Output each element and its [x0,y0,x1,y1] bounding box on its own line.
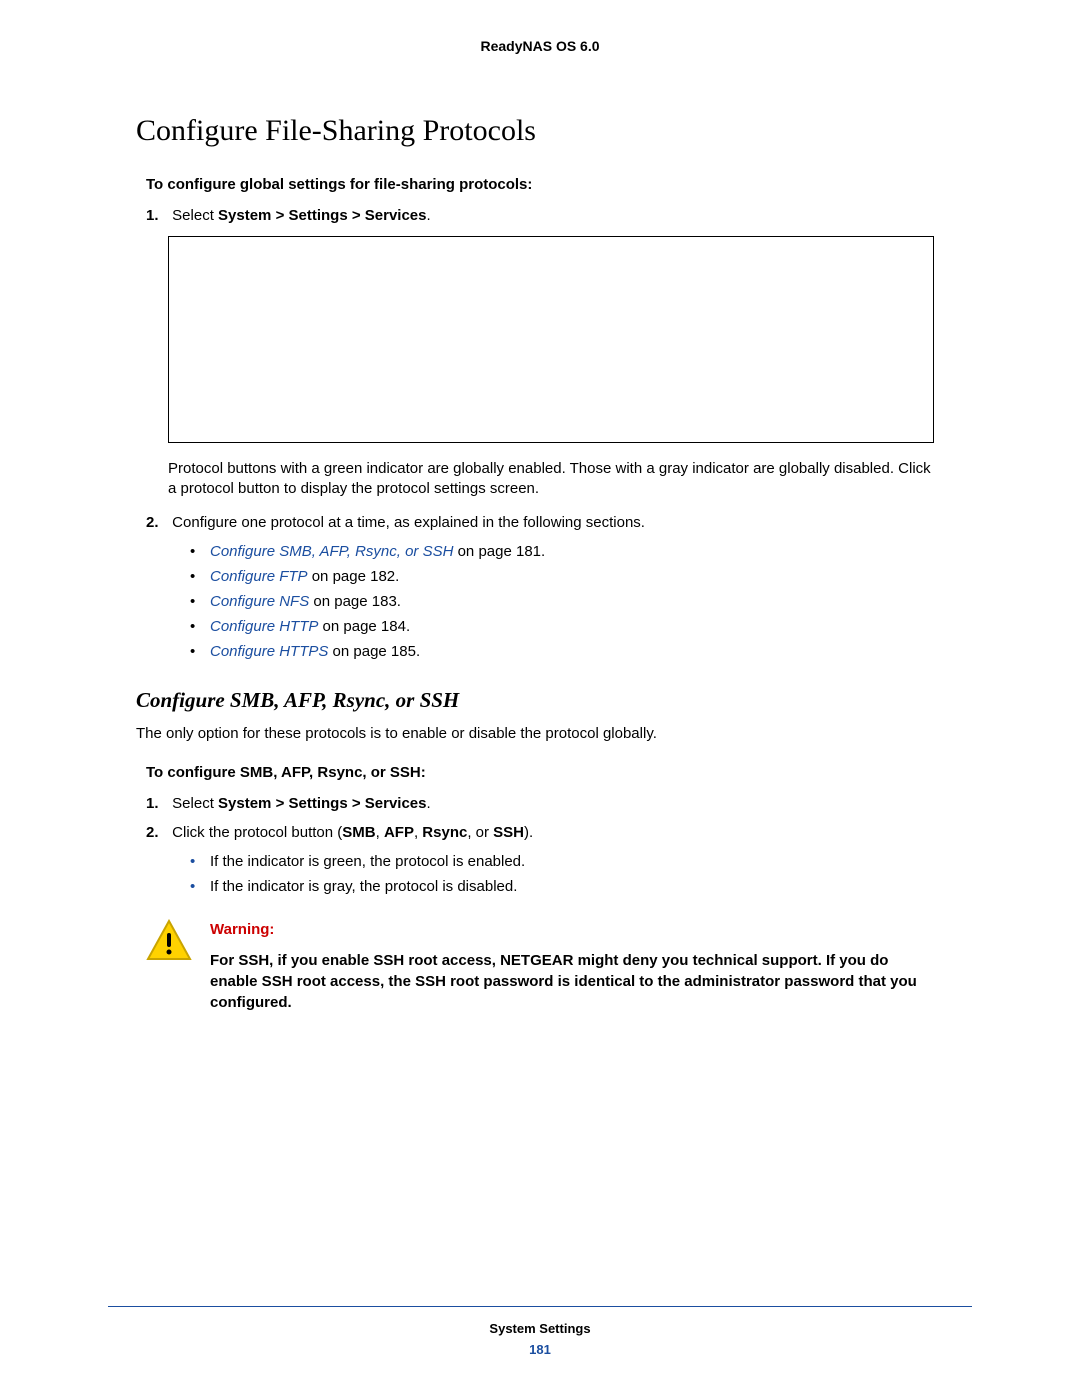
page-title: Configure File-Sharing Protocols [136,114,972,148]
list-item: Configure SMB, AFP, Rsync, or SSH on pag… [190,543,972,560]
step-text-pre: Select [172,795,218,812]
step-text-post: . [426,795,430,812]
page-number: 181 [108,1342,972,1357]
step-text: Configure one protocol at a time, as exp… [172,514,645,531]
sub-intro: The only option for these protocols is t… [136,725,972,742]
t: ). [524,824,533,841]
warning-body: For SSH, if you enable SSH root access, … [210,952,917,1011]
b: SMB [342,824,375,841]
sub-step-1: 1. Select System > Settings > Services. [146,795,972,812]
xref-link[interactable]: Configure HTTP [210,618,318,635]
warning-label: Warning: [210,919,934,940]
after-image-text: Protocol buttons with a green indicator … [168,459,934,500]
intro-label: To configure global settings for file-sh… [146,176,972,193]
b: AFP [384,824,414,841]
warning-block: Warning: For SSH, if you enable SSH root… [146,919,934,1013]
step-number: 2. [146,824,168,841]
link-tail: on page 183. [309,593,401,610]
page-footer: System Settings 181 [108,1306,972,1357]
list-item: If the indicator is gray, the protocol i… [190,878,972,895]
document-page: ReadyNAS OS 6.0 Configure File-Sharing P… [0,0,1080,1397]
sub-heading: Configure SMB, AFP, Rsync, or SSH [136,688,972,713]
sub-intro-bold: To configure SMB, AFP, Rsync, or SSH: [146,764,972,781]
footer-section: System Settings [108,1321,972,1336]
step-text-post: . [426,207,430,224]
step-text-bold: System > Settings > Services [218,795,426,812]
list-item: Configure HTTPS on page 185. [190,643,972,660]
screenshot-placeholder [168,236,934,443]
step-number: 1. [146,207,168,224]
xref-link[interactable]: Configure SMB, AFP, Rsync, or SSH [210,543,453,560]
sub-step-2: 2. Click the protocol button (SMB, AFP , … [146,824,972,841]
links-list: Configure SMB, AFP, Rsync, or SSH on pag… [190,543,972,660]
t: Click the protocol button ( [172,824,342,841]
t: , or [467,824,493,841]
list-item: Configure HTTP on page 184. [190,618,972,635]
b: SSH [493,824,524,841]
link-tail: on page 182. [308,568,400,585]
step-2: 2. Configure one protocol at a time, as … [146,514,972,531]
link-tail: on page 185. [328,643,420,660]
b: Rsync [422,824,467,841]
link-tail: on page 184. [318,618,410,635]
step-number: 2. [146,514,168,531]
step-text-pre: Select [172,207,218,224]
list-item: Configure FTP on page 182. [190,568,972,585]
xref-link[interactable]: Configure NFS [210,593,309,610]
step-1: 1. Select System > Settings > Services. [146,207,972,224]
link-tail: on page 181. [453,543,545,560]
header-product: ReadyNAS OS 6.0 [108,38,972,54]
step-text-bold: System > Settings > Services [218,207,426,224]
t: , [376,824,384,841]
warning-icon [146,919,192,1013]
step-number: 1. [146,795,168,812]
list-item: If the indicator is green, the protocol … [190,853,972,870]
list-item: Configure NFS on page 183. [190,593,972,610]
sub-bullets: If the indicator is green, the protocol … [190,853,972,895]
xref-link[interactable]: Configure HTTPS [210,643,328,660]
warning-text: Warning: For SSH, if you enable SSH root… [210,919,934,1013]
xref-link[interactable]: Configure FTP [210,568,308,585]
